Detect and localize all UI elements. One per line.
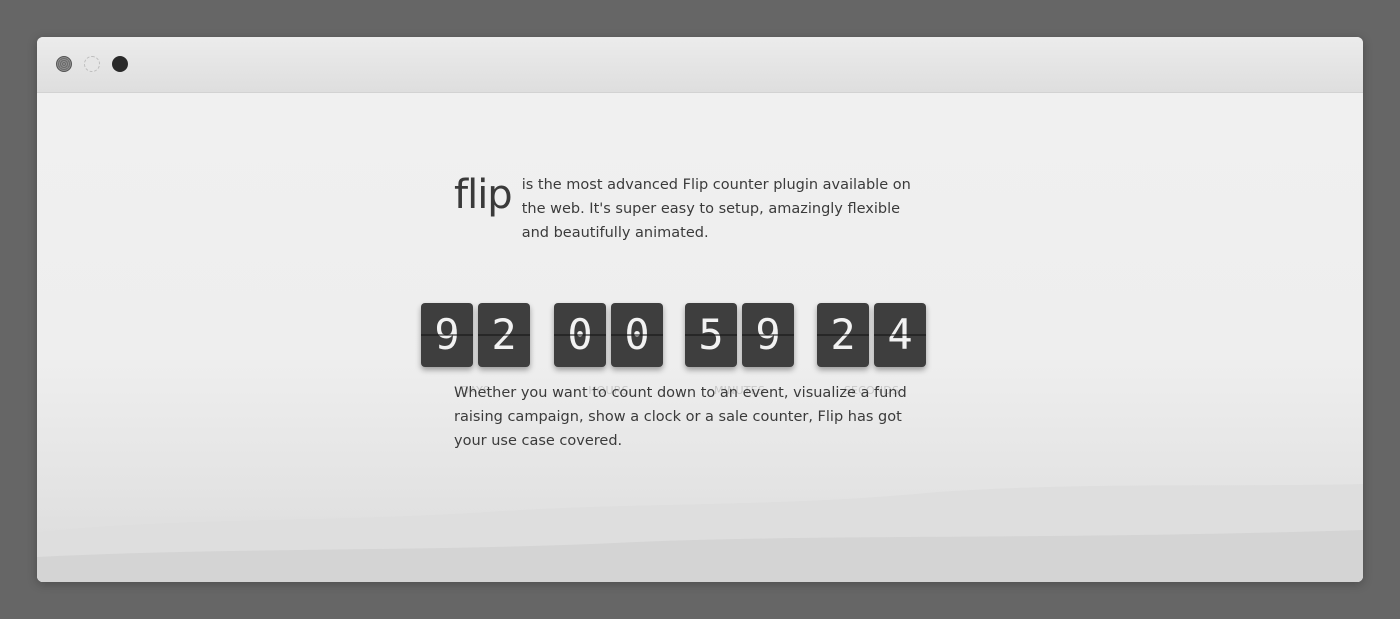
flip-counter: 9 2 DAYS 0 0 HOURS 5 9 MINUTES 2 4 SECON… [421,303,931,397]
intro-paragraph: flip is the most advanced Flip counter p… [454,173,914,245]
flip-card-digit: 5 [685,303,737,367]
flip-logo: flip [454,172,513,218]
page-content: flip is the most advanced Flip counter p… [37,93,1363,582]
flip-card-digit: 9 [421,303,473,367]
outro-paragraph: Whether you want to count down to an eve… [454,385,907,449]
flip-card-digit: 2 [817,303,869,367]
minimize-window-button[interactable] [84,56,100,72]
flip-card-digit: 4 [874,303,926,367]
browser-window: flip is the most advanced Flip counter p… [37,37,1363,582]
close-window-button[interactable] [56,56,72,72]
flip-card-digit: 2 [478,303,530,367]
background-hills [37,484,1363,582]
flip-card-digit: 0 [554,303,606,367]
window-titlebar [37,37,1363,93]
maximize-window-button[interactable] [112,56,128,72]
intro-text: is the most advanced Flip counter plugin… [521,177,911,241]
flip-card-digit: 0 [611,303,663,367]
flip-card-digit: 9 [742,303,794,367]
